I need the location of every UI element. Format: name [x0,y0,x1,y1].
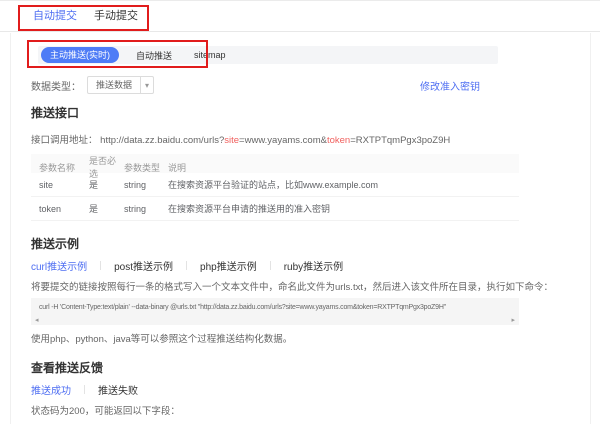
scrollbar-right-arrow-icon[interactable]: ▸ [511,317,515,324]
tab-separator [100,261,102,270]
subtab-auto-push[interactable]: 自动推送 [136,49,172,62]
api-url-param-site: site [224,135,240,146]
api-url-param-token: token [326,135,351,146]
subtab-active-push-realtime[interactable]: 主动推送(实时) [41,47,119,63]
data-type-label: 数据类型： [31,81,81,93]
tab-manual-submit[interactable]: 手动提交 [94,1,138,31]
example-tabs: curl推送示例 post推送示例 php推送示例 ruby推送示例 [31,258,570,273]
api-url-part2: =www.yayams.com& [239,135,327,146]
cell-type: string [124,203,147,214]
cell-param-name: token [39,203,62,214]
code-block: curl -H 'Content-Type:text/plain' --data… [31,298,519,325]
api-url-part1: http://data.zz.baidu.com/urls? [100,135,225,146]
scrollbar-left-arrow-icon[interactable]: ◂ [35,317,39,324]
cell-description: 在搜索资源平台申请的推送用的准入密钥 [168,204,331,214]
section-title-push-example: 推送示例 [31,237,80,251]
api-url-part3: =RXTPTqmPgx3poZ9H [350,135,451,146]
api-address-label: 接口调用地址： [31,135,98,146]
tab-push-fail[interactable]: 推送失败 [98,382,138,397]
dropdown-selected-value: 推送数据 [96,80,133,90]
tab-post-example[interactable]: post推送示例 [114,258,173,273]
section-title-feedback: 查看推送反馈 [31,361,104,375]
column-header: 参数名称 [39,162,76,173]
tab-ruby-example[interactable]: ruby推送示例 [284,258,343,273]
content-panel: 主动推送(实时) 自动推送 sitemap 数据类型： 推送数据 ▾ 修改准入密… [10,33,591,424]
cell-description: 在搜索资源平台验证的站点，比如www.example.com [168,180,379,190]
api-address-line: 接口调用地址： http://data.zz.baidu.com/urls?si… [31,132,570,146]
tab-php-example[interactable]: php推送示例 [200,258,257,273]
tab-curl-example[interactable]: curl推送示例 [31,258,87,273]
curl-command: curl -H 'Content-Type:text/plain' --data… [39,304,446,311]
table-row: token 是 string 在搜索资源平台申请的推送用的准入密钥 [31,197,519,221]
status-note: 状态码为200，可能返回以下字段： [31,406,180,417]
data-type-dropdown[interactable]: 推送数据 ▾ [87,76,155,94]
subtab-bar: 主动推送(实时) 自动推送 sitemap [38,46,498,64]
cell-required: 是 [89,180,99,190]
tab-separator [269,261,271,270]
subtab-sitemap[interactable]: sitemap [194,50,226,60]
feedback-tabs: 推送成功 推送失败 [31,382,570,397]
page: { "header": { "tabs": [ { "label": "自动提交… [0,0,600,424]
column-header: 说明 [168,162,187,173]
column-header: 是否必选 [89,156,117,179]
tab-separator [186,261,188,270]
top-tab-bar: 自动提交 手动提交 [0,1,600,32]
cell-type: string [124,179,147,190]
tab-separator [84,385,85,394]
example-description: 将要提交的链接按照每行一条的格式写入一个文本文件中，命名此文件为urls.txt… [31,282,553,293]
data-type-row: 数据类型： 推送数据 ▾ 修改准入密钥 [31,75,570,95]
cell-param-name: site [39,179,54,190]
column-header: 参数类型 [124,162,161,173]
params-table-header: 参数名称 是否必选 参数类型 说明 [31,154,519,179]
example-footnote: 使用php、python、java等可以参照这个过程推送结构化数据。 [31,334,293,345]
tab-auto-submit[interactable]: 自动提交 [33,1,77,31]
tab-push-success[interactable]: 推送成功 [31,382,71,397]
section-title-push-api: 推送接口 [31,106,80,120]
cell-required: 是 [89,204,99,214]
chevron-down-icon: ▾ [140,77,153,93]
modify-access-key-link[interactable]: 修改准入密钥 [420,78,480,93]
params-table: 参数名称 是否必选 参数类型 说明 site 是 string 在搜索资源平台验… [31,154,519,221]
